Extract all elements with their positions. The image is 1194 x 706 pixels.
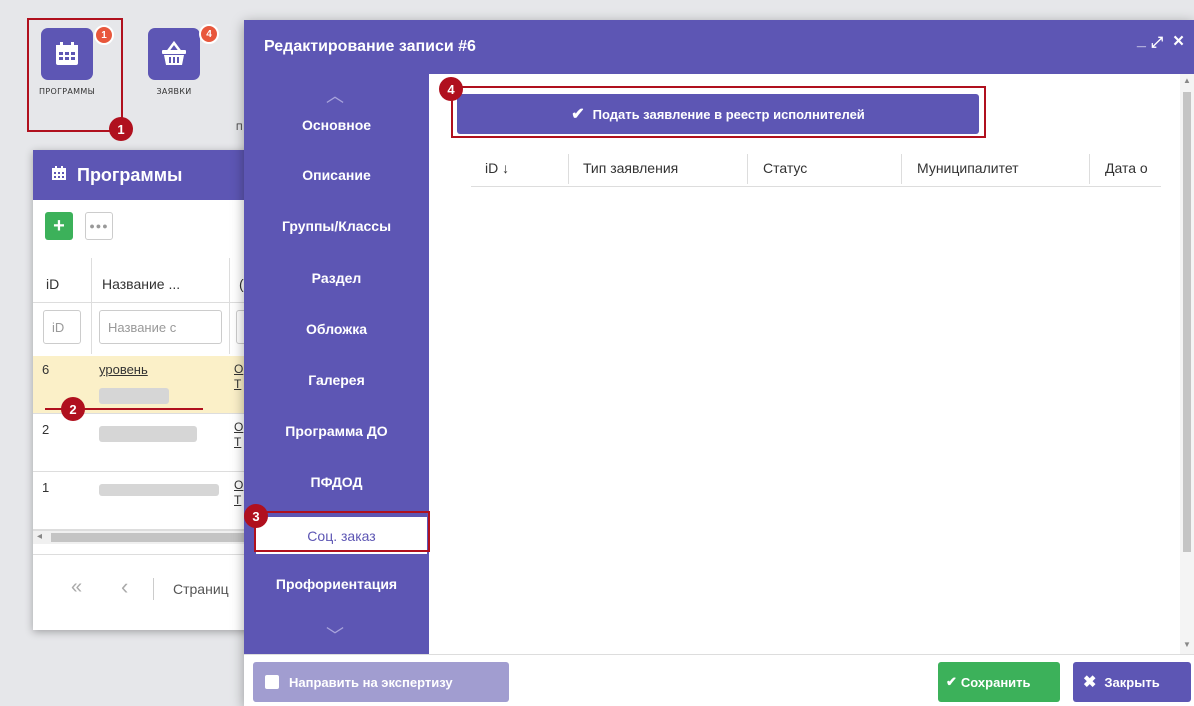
column-header-status[interactable]: Статус: [763, 160, 807, 176]
row-id: 1: [42, 480, 50, 495]
plus-icon: +: [53, 215, 65, 237]
scroll-up-icon[interactable]: ▲: [1183, 76, 1191, 85]
sidebar-item-programma-do[interactable]: Программа ДО: [244, 423, 429, 439]
send-to-expertise-button: Направить на экспертизу: [253, 662, 509, 702]
calendar-icon: [51, 165, 67, 186]
dialog-footer: Направить на экспертизу ✔ Сохранить ✖ За…: [244, 654, 1194, 706]
close-icon: ✖: [1083, 674, 1097, 691]
sidebar-item-razdel[interactable]: Раздел: [244, 270, 429, 286]
check-icon: ✔: [946, 674, 957, 689]
maximize-icon[interactable]: ⤢: [1151, 34, 1163, 51]
column-header-type[interactable]: Тип заявления: [583, 160, 678, 176]
column-header-date[interactable]: Дата о: [1105, 160, 1148, 176]
sidebar-item-galereya[interactable]: Галерея: [244, 372, 429, 388]
close-label: Закрыть: [1104, 674, 1160, 690]
desktop-icon-programs[interactable]: ПРОГРАММЫ: [37, 28, 97, 96]
programs-window-title: Программы: [77, 164, 183, 185]
scroll-up-icon[interactable]: ︿: [326, 82, 344, 108]
sidebar-item-soc-zakaz[interactable]: Соц. заказ: [256, 517, 427, 554]
step-marker: 3: [244, 504, 268, 528]
table-row[interactable]: 2 О Т: [33, 414, 273, 472]
programs-window-header: Программы: [33, 150, 273, 200]
check-icon: ✔: [571, 106, 585, 123]
basket-icon: [148, 28, 200, 80]
table-row[interactable]: 1 О Т: [33, 472, 273, 530]
scroll-down-icon[interactable]: ▼: [1183, 640, 1191, 649]
desktop-icon-requests[interactable]: ЗАЯВКИ: [144, 28, 204, 96]
row-id: 2: [42, 422, 50, 437]
step-marker: 2: [61, 397, 85, 421]
sidebar-item-opisanie[interactable]: Описание: [244, 167, 429, 183]
sidebar-item-proforientaciya[interactable]: Профориентация: [244, 576, 429, 592]
dialog-header: Редактирование записи #6: [244, 20, 1194, 74]
desktop-icon-label: ЗАЯВКИ: [156, 87, 192, 96]
dialog-sidebar: ︿ Основное Описание Группы/Классы Раздел…: [244, 74, 429, 654]
calendar-icon: [41, 28, 93, 80]
column-header-name[interactable]: Название ...: [102, 276, 180, 292]
more-icon: ●●●: [89, 221, 109, 231]
column-header-id[interactable]: iD ↓: [485, 160, 509, 176]
name-filter-input[interactable]: Название с: [99, 310, 222, 344]
save-label: Сохранить: [960, 674, 1031, 690]
dialog-title: Редактирование записи #6: [264, 38, 476, 55]
id-filter-input[interactable]: iD: [43, 310, 81, 344]
sidebar-item-oblozhka[interactable]: Обложка: [244, 321, 429, 337]
scroll-left-icon[interactable]: ◂: [37, 531, 42, 542]
first-page-button[interactable]: «: [71, 576, 82, 599]
row-extra: О Т: [234, 478, 244, 507]
redacted-text: [99, 426, 197, 442]
sidebar-item-gruppy[interactable]: Группы/Классы: [244, 218, 429, 234]
column-header-municipality[interactable]: Муниципалитет: [917, 160, 1019, 176]
horizontal-scrollbar[interactable]: ◂: [33, 530, 273, 544]
add-button[interactable]: +: [45, 212, 73, 240]
sidebar-item-osnovnoe[interactable]: Основное: [244, 117, 429, 133]
column-header-other[interactable]: (: [239, 276, 244, 292]
redacted-text: [99, 484, 219, 496]
send-to-expertise-label: Направить на экспертизу: [289, 674, 453, 690]
more-button[interactable]: ●●●: [85, 212, 113, 240]
row-extra: О Т: [234, 420, 244, 449]
scroll-down-icon[interactable]: ﹀: [326, 622, 344, 648]
close-button[interactable]: ✖ Закрыть: [1073, 662, 1191, 702]
notification-badge: 4: [199, 24, 219, 44]
close-icon[interactable]: ×: [1173, 31, 1184, 53]
prev-page-button[interactable]: ‹: [121, 574, 128, 600]
submit-to-registry-label: Подать заявление в реестр исполнителей: [592, 106, 865, 122]
document-icon: [265, 675, 279, 689]
step-marker: 4: [439, 77, 463, 101]
dialog-content: ✔ Подать заявление в реестр исполнителей…: [429, 74, 1194, 654]
save-button[interactable]: ✔ Сохранить: [938, 662, 1060, 702]
submit-to-registry-button[interactable]: ✔ Подать заявление в реестр исполнителей: [457, 94, 979, 134]
row-extra: О Т: [234, 362, 244, 391]
redacted-text: [99, 388, 169, 404]
programs-window: Программы + ●●● iD Название ... ( iD Наз…: [33, 150, 273, 630]
vertical-scrollbar[interactable]: ▲ ▼: [1180, 74, 1194, 654]
step-marker: 1: [109, 117, 133, 141]
column-header-id[interactable]: iD: [46, 276, 59, 292]
edit-record-dialog: Редактирование записи #6 _ ⤢ × ︿ Основно…: [244, 20, 1194, 706]
notification-badge: 1: [94, 25, 114, 45]
row-id: 6: [42, 362, 50, 377]
desktop-icon-label: П: [236, 122, 243, 132]
desktop-icon-label: ПРОГРАММЫ: [39, 87, 95, 96]
sidebar-item-pfdod[interactable]: ПФДОД: [244, 474, 429, 490]
minimize-icon[interactable]: _: [1137, 32, 1146, 50]
row-name-link[interactable]: уровень: [99, 362, 148, 377]
pager-label: Страниц: [173, 581, 229, 597]
